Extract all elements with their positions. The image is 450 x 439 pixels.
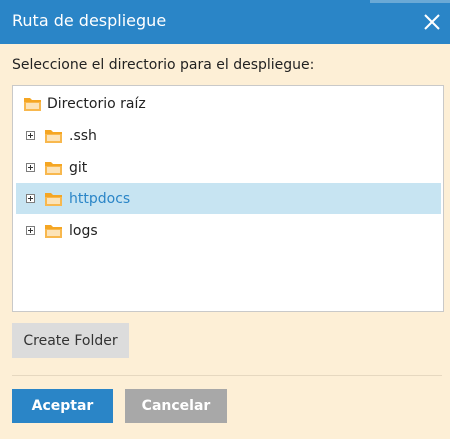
tree-node-root[interactable]: Directorio raíz bbox=[16, 88, 441, 119]
directory-prompt: Seleccione el directorio para el desplie… bbox=[12, 57, 315, 73]
expand-icon[interactable] bbox=[26, 226, 35, 235]
folder-icon bbox=[44, 223, 64, 239]
directory-tree: Directorio raíz .ssh git httpdocs logs bbox=[12, 85, 444, 312]
tree-node-label: httpdocs bbox=[69, 191, 131, 207]
tree-node-git[interactable]: git bbox=[16, 152, 441, 183]
tree-node-logs[interactable]: logs bbox=[16, 215, 441, 246]
create-folder-button[interactable]: Create Folder bbox=[12, 323, 129, 358]
dialog-title: Ruta de despliegue bbox=[12, 11, 167, 30]
deployment-path-dialog: Ruta de despliegue Seleccione el directo… bbox=[0, 0, 450, 439]
folder-icon bbox=[44, 128, 64, 144]
accept-button[interactable]: Aceptar bbox=[12, 389, 113, 423]
folder-open-icon bbox=[23, 96, 43, 112]
tree-node-httpdocs[interactable]: httpdocs bbox=[16, 183, 441, 214]
tree-node-label: .ssh bbox=[69, 128, 97, 144]
expand-icon[interactable] bbox=[26, 131, 35, 140]
tree-node-label: Directorio raíz bbox=[47, 96, 146, 112]
close-icon[interactable] bbox=[422, 12, 442, 32]
footer-divider bbox=[12, 375, 442, 376]
tree-node-label: git bbox=[69, 160, 88, 176]
expand-icon[interactable] bbox=[26, 163, 35, 172]
expand-icon[interactable] bbox=[26, 194, 35, 203]
tree-node-label: logs bbox=[69, 223, 98, 239]
folder-icon bbox=[44, 191, 64, 207]
cancel-button[interactable]: Cancelar bbox=[125, 389, 227, 423]
titlebar-edge bbox=[370, 0, 450, 3]
tree-node-ssh[interactable]: .ssh bbox=[16, 120, 441, 151]
dialog-titlebar: Ruta de despliegue bbox=[0, 0, 450, 44]
folder-icon bbox=[44, 160, 64, 176]
